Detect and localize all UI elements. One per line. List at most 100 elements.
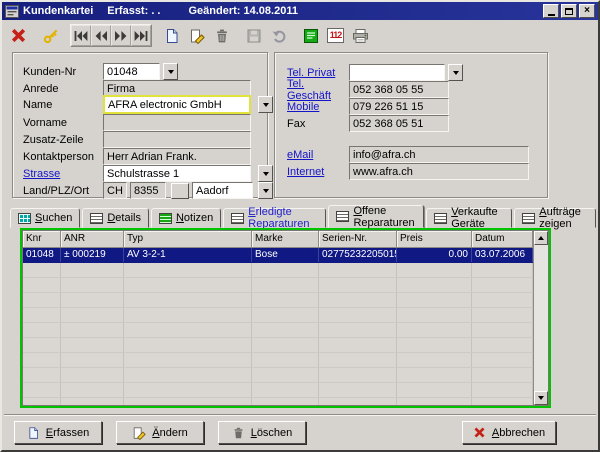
new-document-icon bbox=[27, 426, 40, 440]
vorname-input[interactable] bbox=[103, 114, 251, 131]
column-header-knr[interactable]: Knr bbox=[23, 231, 61, 248]
strasse-link[interactable]: Strasse bbox=[23, 168, 103, 180]
delete-record-button[interactable] bbox=[209, 24, 234, 48]
column-header-preis[interactable]: Preis bbox=[397, 231, 472, 248]
column-header-typ[interactable]: Typ bbox=[124, 231, 252, 248]
ort-dropdown-button[interactable] bbox=[258, 182, 273, 199]
aendern-button[interactable]: Ändern bbox=[116, 421, 204, 444]
tab-notizen[interactable]: Notizen bbox=[151, 208, 221, 228]
grid-main: KnrANRTypMarkeSerien-Nr.PreisDatum 01048… bbox=[23, 231, 533, 405]
tab-verkaufte-ger-te[interactable]: Verkaufte Geräte bbox=[426, 208, 512, 228]
kunden-nr-input[interactable] bbox=[103, 63, 160, 80]
table-row-empty bbox=[23, 263, 533, 278]
tel-geschaeft-input[interactable] bbox=[349, 81, 449, 98]
strasse-input[interactable] bbox=[103, 165, 251, 182]
zusatz-zeile-input[interactable] bbox=[103, 131, 251, 148]
cell-serien-nr: 027752322050155AZ bbox=[319, 248, 397, 262]
vertical-scrollbar[interactable] bbox=[533, 231, 548, 405]
tab-suchen[interactable]: Suchen bbox=[10, 208, 80, 228]
tab-label: Offene Reparaturen bbox=[353, 205, 416, 229]
edit-record-button[interactable] bbox=[184, 24, 209, 48]
grid-icon bbox=[18, 213, 31, 224]
plz-input[interactable] bbox=[130, 182, 166, 199]
print-button[interactable] bbox=[348, 24, 373, 48]
tab-label: Erledigte Reparaturen bbox=[248, 206, 318, 230]
notes-button[interactable] bbox=[298, 24, 323, 48]
kunden-nr-dropdown-button[interactable] bbox=[163, 63, 178, 80]
aendern-label: Ändern bbox=[152, 427, 187, 439]
new-record-button[interactable] bbox=[159, 24, 184, 48]
tel-privat-dropdown-button[interactable] bbox=[448, 64, 463, 81]
fax-input[interactable] bbox=[349, 115, 449, 132]
toolbar: 112 bbox=[4, 22, 596, 49]
land-input[interactable] bbox=[103, 182, 127, 199]
abbrechen-button[interactable]: Abbrechen bbox=[462, 421, 556, 444]
ort-input[interactable] bbox=[192, 182, 253, 199]
kontaktperson-input[interactable] bbox=[103, 148, 251, 165]
record-navigation-group bbox=[70, 24, 152, 47]
tab-erledigte-reparaturen[interactable]: Erledigte Reparaturen bbox=[223, 208, 326, 228]
trash-icon bbox=[214, 28, 230, 44]
geaendert-label: Geändert: 14.08.2011 bbox=[188, 5, 297, 17]
save-button[interactable] bbox=[241, 24, 266, 48]
scroll-down-button[interactable] bbox=[534, 391, 548, 405]
mobile-link[interactable]: Mobile bbox=[287, 101, 349, 113]
column-header-serien-nr[interactable]: Serien-Nr. bbox=[319, 231, 397, 248]
first-record-button[interactable] bbox=[71, 25, 91, 46]
land-plz-ort-label: Land/PLZ/Ort bbox=[23, 185, 103, 197]
next-record-icon bbox=[113, 28, 129, 44]
undo-button[interactable] bbox=[266, 24, 291, 48]
undo-icon bbox=[271, 28, 287, 44]
name-dropdown-button[interactable] bbox=[258, 96, 273, 113]
toolbar-key-button[interactable] bbox=[38, 24, 63, 48]
title-bar[interactable]: Kundenkartei Erfasst: . . Geändert: 14.0… bbox=[2, 2, 598, 20]
erfasst-label: Erfasst: . . bbox=[107, 5, 160, 17]
minimize-button[interactable] bbox=[543, 4, 559, 18]
close-x-icon bbox=[473, 426, 486, 439]
plz-lookup-button[interactable] bbox=[171, 183, 189, 199]
tab-bar: SuchenDetailsNotizen Erledigte Reparature… bbox=[10, 205, 598, 228]
maximize-button[interactable] bbox=[561, 4, 577, 18]
column-header-marke[interactable]: Marke bbox=[252, 231, 319, 248]
loeschen-button[interactable]: Löschen bbox=[218, 421, 306, 444]
scroll-up-button[interactable] bbox=[534, 231, 548, 245]
calendar-button[interactable]: 112 bbox=[323, 24, 348, 48]
internet-input[interactable] bbox=[349, 163, 529, 180]
toolbar-close-button[interactable] bbox=[6, 24, 31, 48]
table-row-empty bbox=[23, 338, 533, 353]
vorname-label: Vorname bbox=[23, 117, 103, 129]
tab-details[interactable]: Details bbox=[82, 208, 149, 228]
next-record-button[interactable] bbox=[111, 25, 131, 46]
name-label: Name bbox=[23, 99, 103, 111]
table-row-empty bbox=[23, 308, 533, 323]
floppy-save-icon bbox=[246, 28, 262, 44]
table-row[interactable]: 01048± 000219AV 3-2-1Bose027752322050155… bbox=[23, 248, 533, 263]
dropdown-arrow-icon bbox=[263, 189, 269, 196]
column-header-datum[interactable]: Datum bbox=[472, 231, 533, 248]
last-record-button[interactable] bbox=[131, 25, 151, 46]
name-input[interactable] bbox=[103, 95, 251, 114]
dropdown-arrow-icon bbox=[263, 103, 269, 110]
tab-offene-reparaturen[interactable]: Offene Reparaturen bbox=[328, 205, 424, 228]
strasse-dropdown-button[interactable] bbox=[258, 165, 273, 182]
app-icon bbox=[5, 5, 19, 18]
key-icon bbox=[43, 28, 59, 44]
table-row-empty bbox=[23, 278, 533, 293]
abbrechen-label: Abbrechen bbox=[492, 427, 545, 439]
mobile-input[interactable] bbox=[349, 98, 449, 115]
internet-link[interactable]: Internet bbox=[287, 166, 349, 178]
previous-record-icon bbox=[93, 28, 109, 44]
erfassen-button[interactable]: Erfassen bbox=[14, 421, 102, 444]
list-icon bbox=[231, 213, 244, 224]
close-x-icon bbox=[10, 27, 27, 44]
column-header-anr[interactable]: ANR bbox=[61, 231, 124, 248]
repairs-grid: KnrANRTypMarkeSerien-Nr.PreisDatum 01048… bbox=[20, 228, 551, 408]
close-button[interactable]: × bbox=[579, 4, 595, 18]
email-input[interactable] bbox=[349, 146, 529, 163]
previous-record-button[interactable] bbox=[91, 25, 111, 46]
table-row-empty bbox=[23, 383, 533, 398]
email-link[interactable]: eMail bbox=[287, 149, 349, 161]
tab-auftr-ge-zeigen[interactable]: Aufträge zeigen bbox=[514, 208, 596, 228]
tel-privat-input[interactable] bbox=[349, 64, 445, 81]
address-groupbox: Kunden-Nr Anrede Name Vorname Zusatz-Zei… bbox=[12, 52, 268, 198]
